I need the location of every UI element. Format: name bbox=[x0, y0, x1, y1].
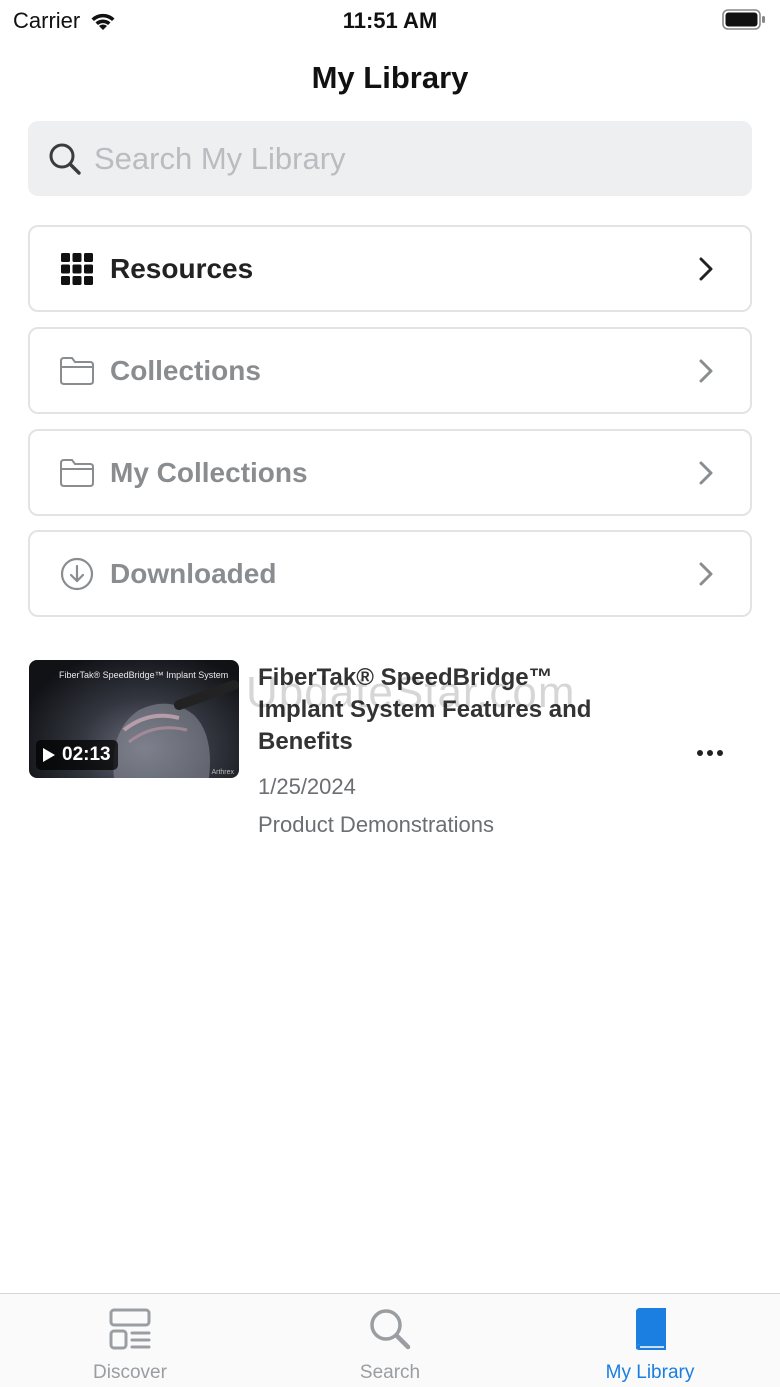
more-options-button[interactable] bbox=[692, 740, 728, 766]
chevron-right-icon bbox=[699, 257, 713, 280]
menu-row-label: My Collections bbox=[110, 456, 308, 488]
watermark: UpdateStar.com bbox=[246, 668, 576, 717]
tab-label: My Library bbox=[605, 1362, 695, 1383]
tab-my-library[interactable]: My Library bbox=[520, 1294, 780, 1387]
menu-row-collections[interactable]: Collections bbox=[28, 327, 752, 414]
grid-icon bbox=[59, 251, 95, 287]
tab-bar: Discover Search My Library bbox=[0, 1293, 780, 1387]
tab-discover[interactable]: Discover bbox=[0, 1294, 260, 1387]
folder-icon bbox=[59, 455, 95, 491]
play-icon bbox=[43, 748, 55, 762]
more-dot-icon bbox=[707, 750, 713, 756]
search-icon bbox=[49, 143, 81, 175]
thumbnail-logo: Arthrex bbox=[211, 769, 234, 776]
magnifier-icon bbox=[370, 1309, 411, 1350]
more-dot-icon bbox=[697, 750, 703, 756]
thumbnail-caption: FiberTak® SpeedBridge™ Implant System bbox=[59, 670, 229, 680]
book-icon bbox=[636, 1308, 666, 1350]
chevron-right-icon bbox=[699, 359, 713, 382]
chevron-right-icon bbox=[699, 461, 713, 484]
chevron-right-icon bbox=[699, 562, 713, 585]
menu-row-my-collections[interactable]: My Collections bbox=[28, 429, 752, 516]
tab-label: Search bbox=[359, 1362, 421, 1383]
menu-row-label: Collections bbox=[110, 354, 261, 386]
duration-label: 02:13 bbox=[62, 744, 111, 765]
status-time: 11:51 AM bbox=[342, 8, 438, 33]
menu-row-label: Downloaded bbox=[110, 557, 277, 589]
search-bar[interactable] bbox=[28, 121, 752, 196]
item-category: Product Demonstrations bbox=[258, 812, 494, 837]
page-title: My Library bbox=[311, 60, 469, 95]
download-circle-icon bbox=[59, 556, 95, 592]
folder-icon bbox=[59, 353, 95, 389]
tab-label: Discover bbox=[93, 1362, 167, 1383]
menu-row-downloaded[interactable]: Downloaded bbox=[28, 530, 752, 617]
menu-row-label: Resources bbox=[110, 252, 254, 284]
battery-icon bbox=[722, 9, 765, 30]
video-thumbnail[interactable]: FiberTak® SpeedBridge™ Implant System Ar… bbox=[29, 660, 239, 778]
more-dot-icon bbox=[717, 750, 723, 756]
status-bar: Carrier 11:51 AM bbox=[0, 0, 780, 44]
duration-badge: 02:13 bbox=[36, 740, 118, 770]
search-input[interactable] bbox=[94, 140, 694, 177]
menu-row-resources[interactable]: Resources bbox=[28, 225, 752, 312]
tab-search[interactable]: Search bbox=[260, 1294, 520, 1387]
discover-icon bbox=[109, 1308, 151, 1350]
item-date: 1/25/2024 bbox=[258, 774, 356, 799]
